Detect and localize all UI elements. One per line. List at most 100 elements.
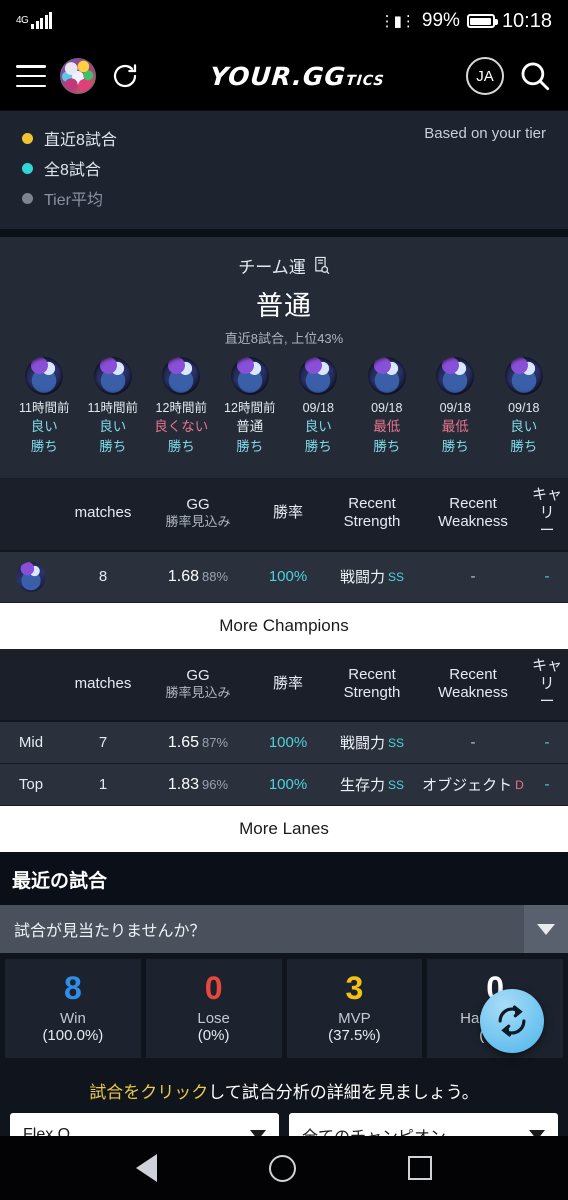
- col-matches: matches: [74, 503, 132, 521]
- col-carry-l2: ー: [539, 693, 555, 711]
- legend-dot-all: [22, 162, 33, 174]
- row-gg-percent: 96%: [202, 776, 229, 792]
- logo-suffix: TICS: [345, 72, 386, 89]
- legend-dot-tier-average: [22, 192, 33, 204]
- account-badge[interactable]: JA: [466, 57, 504, 95]
- match-time: 11時間前: [87, 401, 138, 415]
- legend-dot-recent: [22, 132, 33, 144]
- table-row[interactable]: 8 1.68 88% 100% 戦闘力 SS - -: [0, 551, 568, 603]
- network-type-label: 4G: [16, 15, 29, 26]
- match-chip[interactable]: 09/18 最低 勝ち: [353, 357, 422, 458]
- row-carry-value: -: [544, 775, 550, 793]
- document-search-icon[interactable]: [313, 256, 330, 275]
- more-champions-button[interactable]: More Champions: [0, 602, 568, 649]
- back-triangle-icon[interactable]: [136, 1154, 157, 1182]
- match-result: 勝ち: [167, 439, 195, 455]
- stat-value-lose: 0: [204, 970, 223, 1007]
- status-bar: 4G ⋮▮⋮ 99% 10:18: [0, 0, 568, 42]
- col-recent-weakness-l2: Weakness: [438, 513, 508, 531]
- clock-label: 10:18: [501, 9, 552, 32]
- stat-box-lose: 0 Lose (0%): [145, 959, 282, 1058]
- champions-table: matches GG 勝率見込み 勝率 Recent Strength Rece…: [0, 477, 568, 603]
- champion-icon: [93, 357, 132, 395]
- refresh-sync-icon: [498, 1005, 526, 1037]
- search-icon[interactable]: [518, 59, 552, 93]
- table-row[interactable]: Mid 7 1.65 87% 100% 戦闘力 SS - -: [0, 722, 568, 765]
- match-rating: 良い: [510, 419, 538, 435]
- hamburger-menu-icon[interactable]: [16, 65, 46, 87]
- team-luck-value: 普通: [256, 291, 312, 321]
- col-gg-sub: 勝率見込み: [165, 685, 231, 701]
- row-strength-label: 生存力: [339, 777, 385, 795]
- row-recent-weakness: オブジェクト D: [420, 774, 526, 795]
- match-chip[interactable]: 11時間前 良い 勝ち: [10, 357, 79, 458]
- stat-box-win: 8 Win (100.0%): [5, 959, 141, 1058]
- champion-icon: [162, 357, 201, 395]
- match-time: 12時間前: [224, 401, 276, 415]
- row-carry-value: -: [544, 733, 550, 751]
- chart-legend: Based on your tier 直近8試合 全8試合 Tier平均: [0, 110, 568, 229]
- col-carry-l1: キャリ: [531, 656, 562, 692]
- stat-percent-lose: (0%): [197, 1027, 230, 1044]
- col-recent-strength: Recent Strength: [324, 666, 420, 703]
- row-carry-value: -: [544, 567, 550, 585]
- col-recent-strength-l2: Strength: [343, 683, 401, 701]
- row-matches: 8: [98, 568, 108, 586]
- match-chip[interactable]: 09/18 良い 勝ち: [284, 357, 353, 458]
- site-logo[interactable]: YOUR.GGTICS: [148, 62, 446, 91]
- match-chip[interactable]: 09/18 最低 勝ち: [421, 357, 490, 458]
- based-on-tier-label: Based on your tier: [424, 125, 546, 142]
- vibrate-icon: ⋮▮⋮: [379, 13, 416, 30]
- recent-matches-title: 最近の試合: [12, 871, 108, 893]
- row-gg-percent: 88%: [202, 568, 229, 584]
- recent-matches-header: 最近の試合: [0, 852, 568, 906]
- match-chip[interactable]: 12時間前 普通 勝ち: [216, 357, 285, 458]
- col-matches: matches: [74, 674, 132, 692]
- col-recent-strength-l1: Recent: [348, 494, 396, 512]
- match-chip[interactable]: 09/18 良い 勝ち: [490, 357, 559, 458]
- stat-label-mvp: MVP: [338, 1010, 371, 1027]
- legend-label-recent: 直近8試合: [44, 132, 117, 149]
- col-gg-main: GG: [186, 495, 210, 513]
- stat-label-lose: Lose: [197, 1010, 230, 1027]
- match-chip[interactable]: 11時間前 良い 勝ち: [79, 357, 148, 458]
- team-luck-title: チーム運: [238, 258, 306, 277]
- row-weakness-label: -: [470, 567, 476, 585]
- recent-match-strip: 11時間前 良い 勝ち 11時間前 良い 勝ち 12時間前 良くない 勝ち 12…: [0, 347, 568, 466]
- row-carry: -: [526, 568, 568, 586]
- battery-percent-label: 99%: [421, 10, 460, 31]
- row-recent-weakness: -: [420, 568, 526, 586]
- col-recent-weakness-l1: Recent: [449, 494, 497, 512]
- table-header-row: matches GG 勝率見込み 勝率 Recent Strength Rece…: [0, 649, 568, 723]
- chevron-down-icon[interactable]: [524, 905, 568, 954]
- col-carry-l1: キャリ: [531, 485, 562, 521]
- match-result: 勝ち: [236, 439, 264, 455]
- col-recent-weakness: Recent Weakness: [420, 495, 526, 532]
- match-rating: 最低: [373, 419, 401, 435]
- col-carry-l2: ー: [539, 522, 555, 540]
- click-match-hint-highlight: 試合をクリック: [89, 1083, 209, 1102]
- signal-bars-icon: [31, 12, 53, 29]
- table-header-row: matches GG 勝率見込み 勝率 Recent Strength Rece…: [0, 478, 568, 552]
- match-not-found-label: 試合が見当たりませんか？: [14, 923, 206, 941]
- row-weakness-label: -: [470, 733, 476, 751]
- row-recent-strength: 生存力 SS: [324, 774, 420, 795]
- col-recent-strength-l1: Recent: [348, 665, 396, 683]
- row-champion-icon: [0, 561, 62, 592]
- match-chip[interactable]: 12時間前 良くない 勝ち: [147, 357, 216, 458]
- more-lanes-button[interactable]: More Lanes: [0, 806, 568, 853]
- match-not-found-dropdown[interactable]: 試合が見当たりませんか？: [0, 905, 568, 954]
- stat-value-mvp: 3: [345, 970, 364, 1007]
- recents-square-icon[interactable]: [408, 1156, 432, 1180]
- profile-avatar[interactable]: [60, 58, 96, 94]
- refresh-fab-button[interactable]: [480, 989, 544, 1053]
- champion-icon: [25, 357, 64, 395]
- table-row[interactable]: Top 1 1.83 96% 100% 生存力 SS オブジェクト D -: [0, 764, 568, 807]
- col-carry: キャリ ー: [526, 657, 568, 712]
- refresh-icon[interactable]: [110, 61, 140, 91]
- home-circle-icon[interactable]: [269, 1154, 296, 1182]
- stat-value-win: 8: [63, 970, 82, 1007]
- col-carry: キャリ ー: [526, 486, 568, 541]
- row-gg: 1.83 96%: [144, 776, 252, 794]
- team-luck-subtitle: 直近8試合, 上位43%: [224, 331, 344, 346]
